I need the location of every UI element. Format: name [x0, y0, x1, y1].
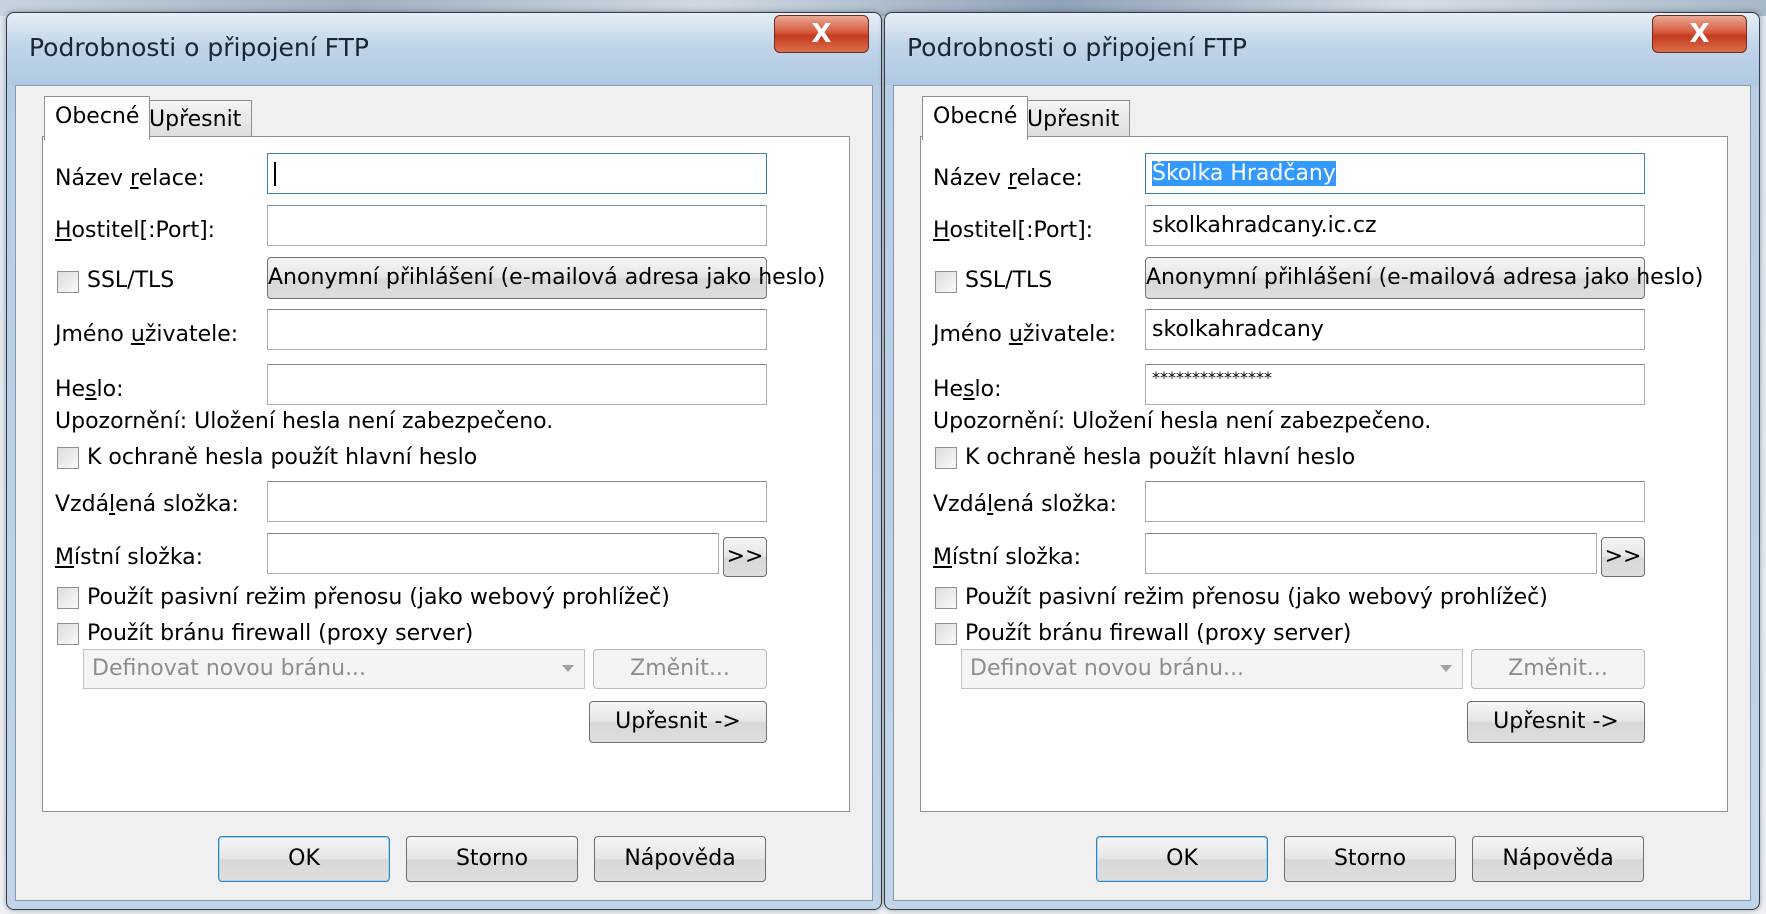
master-password-label: K ochraně hesla použít hlavní heslo [965, 445, 1356, 470]
passive-mode-label: Použít pasivní režim přenosu (jako webov… [87, 585, 670, 610]
username-input[interactable]: skolkahradcany [1145, 309, 1645, 350]
username-label: Jméno uživatele: [933, 322, 1117, 347]
browse-local-folder-button[interactable]: >> [723, 537, 767, 577]
ok-button[interactable]: OK [218, 836, 390, 882]
dialog-client-area: Obecné Upřesnit Název relace: Školka Hra… [893, 85, 1751, 901]
dropdown-arrow-icon [562, 665, 574, 672]
password-input[interactable] [267, 364, 767, 405]
ssl-tls-checkbox[interactable] [935, 271, 957, 293]
firewall-checkbox[interactable] [935, 623, 957, 645]
tab-general[interactable]: Obecné [44, 96, 151, 140]
browse-local-folder-button[interactable]: >> [1601, 537, 1645, 577]
general-tab-panel: Název relace: Školka Hradčany Hostitel[:… [920, 136, 1728, 812]
advanced-button[interactable]: Upřesnit -> [589, 701, 767, 743]
local-folder-label: Místní složka: [933, 545, 1082, 570]
help-button[interactable]: Nápověda [594, 836, 766, 882]
ftp-details-dialog-empty: Podrobnosti o připojení FTP X Obecné Upř… [6, 12, 882, 910]
selected-text: Školka Hradčany [1152, 161, 1336, 186]
local-folder-label: Místní složka: [55, 545, 204, 570]
ssl-tls-label: SSL/TLS [87, 268, 175, 293]
password-label: Heslo: [933, 377, 1002, 402]
remote-folder-label: Vzdálená složka: [55, 492, 239, 517]
gateway-select[interactable]: Definovat novou bránu... [961, 649, 1463, 689]
host-port-label: Hostitel[:Port]: [55, 218, 216, 243]
change-gateway-button[interactable]: Změnit... [1471, 649, 1645, 689]
title-bar[interactable]: Podrobnosti o připojení FTP X [885, 13, 1759, 85]
anonymous-login-button[interactable]: Anonymní přihlášení (e-mailová adresa ja… [1145, 257, 1703, 299]
password-input[interactable]: *************** [1145, 364, 1645, 405]
help-button[interactable]: Nápověda [1472, 836, 1644, 882]
close-button[interactable]: X [774, 15, 869, 53]
advanced-button[interactable]: Upřesnit -> [1467, 701, 1645, 743]
cancel-button[interactable]: Storno [406, 836, 578, 882]
firewall-checkbox[interactable] [57, 623, 79, 645]
general-tab-panel: Název relace: Hostitel[:Port]: SSL/TLS A… [42, 136, 850, 812]
ftp-details-dialog-filled: Podrobnosti o připojení FTP X Obecné Upř… [884, 12, 1760, 910]
password-warning-text: Upozornění: Uložení hesla není zabezpeče… [55, 409, 554, 434]
tab-advanced[interactable]: Upřesnit [138, 100, 253, 138]
dialog-client-area: Obecné Upřesnit Název relace: Hostitel[:… [15, 85, 873, 901]
gateway-select-value: Definovat novou bránu... [92, 656, 367, 681]
passive-mode-label: Použít pasivní režim přenosu (jako webov… [965, 585, 1548, 610]
host-port-input[interactable]: skolkahradcany.ic.cz [1145, 205, 1645, 246]
session-name-label: Název relace: [933, 166, 1083, 191]
dialog-title: Podrobnosti o připojení FTP [907, 33, 1247, 62]
remote-folder-label: Vzdálená složka: [933, 492, 1117, 517]
master-password-checkbox[interactable] [935, 447, 957, 469]
gateway-select-value: Definovat novou bránu... [970, 656, 1245, 681]
host-port-input[interactable] [267, 205, 767, 246]
local-folder-input[interactable] [267, 533, 719, 574]
master-password-checkbox[interactable] [57, 447, 79, 469]
passive-mode-checkbox[interactable] [935, 587, 957, 609]
dialog-title: Podrobnosti o připojení FTP [29, 33, 369, 62]
ssl-tls-checkbox[interactable] [57, 271, 79, 293]
ok-button[interactable]: OK [1096, 836, 1268, 882]
master-password-label: K ochraně hesla použít hlavní heslo [87, 445, 478, 470]
host-port-label: Hostitel[:Port]: [933, 218, 1094, 243]
anonymous-login-button[interactable]: Anonymní přihlášení (e-mailová adresa ja… [267, 257, 825, 299]
session-name-label: Název relace: [55, 166, 205, 191]
text-caret [274, 162, 276, 186]
firewall-label: Použít bránu firewall (proxy server) [965, 621, 1352, 646]
gateway-select[interactable]: Definovat novou bránu... [83, 649, 585, 689]
username-input[interactable] [267, 309, 767, 350]
session-name-input[interactable] [267, 153, 767, 194]
dropdown-arrow-icon [1440, 665, 1452, 672]
passive-mode-checkbox[interactable] [57, 587, 79, 609]
tab-general[interactable]: Obecné [922, 96, 1029, 140]
tab-advanced[interactable]: Upřesnit [1016, 100, 1131, 138]
close-button[interactable]: X [1652, 15, 1747, 53]
local-folder-input[interactable] [1145, 533, 1597, 574]
remote-folder-input[interactable] [267, 481, 767, 522]
change-gateway-button[interactable]: Změnit... [593, 649, 767, 689]
password-warning-text: Upozornění: Uložení hesla není zabezpeče… [933, 409, 1432, 434]
firewall-label: Použít bránu firewall (proxy server) [87, 621, 474, 646]
title-bar[interactable]: Podrobnosti o připojení FTP X [7, 13, 881, 85]
cancel-button[interactable]: Storno [1284, 836, 1456, 882]
ssl-tls-label: SSL/TLS [965, 268, 1053, 293]
session-name-input[interactable]: Školka Hradčany [1145, 153, 1645, 194]
remote-folder-input[interactable] [1145, 481, 1645, 522]
username-label: Jméno uživatele: [55, 322, 239, 347]
password-label: Heslo: [55, 377, 124, 402]
